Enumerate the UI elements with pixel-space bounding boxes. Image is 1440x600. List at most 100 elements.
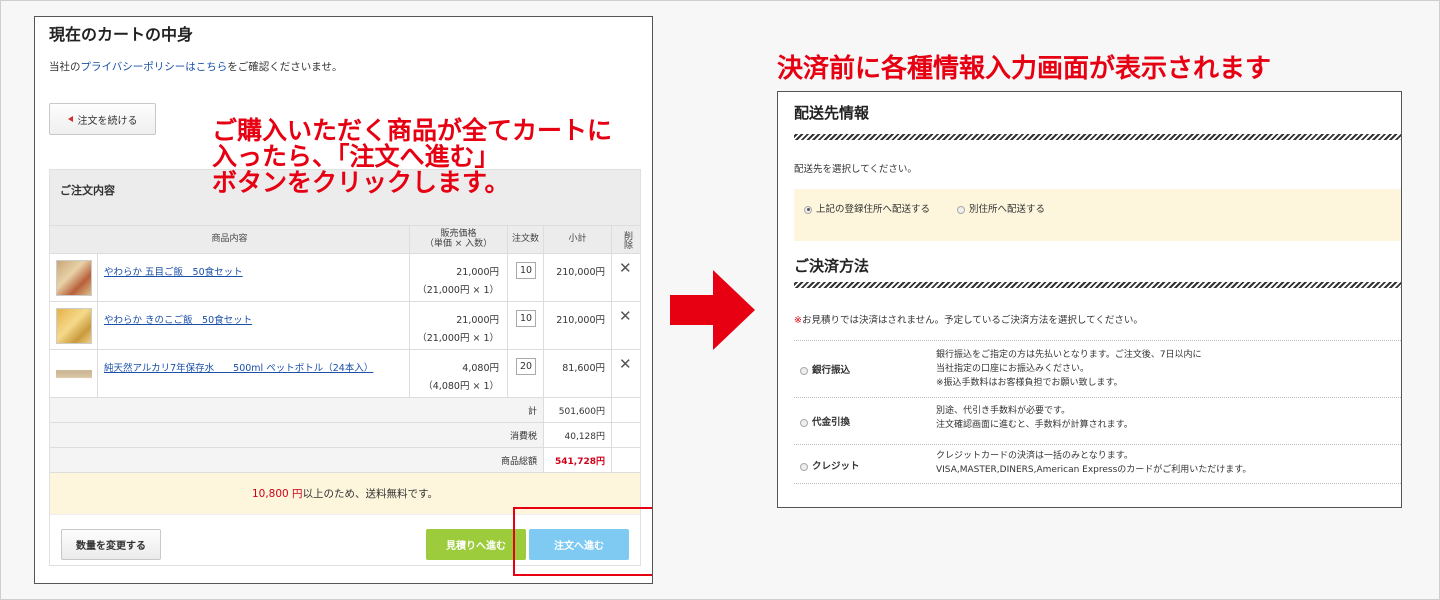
payment-note: ※お見積りでは決済はされません。予定しているご決済方法を選択してください。 [794,312,1143,326]
checkout-panel: 配送先情報 配送先を選択してください。 上記の登録住所へ配送する 別住所へ配送す… [777,91,1402,508]
unit-price: （4,080円 × 1） [423,381,499,392]
payment-desc-line: 別途、代引き手数料が必要です。 [936,406,1071,416]
address-option-registered[interactable]: 上記の登録住所へ配送する [804,201,930,215]
payment-desc-line: 当社指定の口座にお振込みください。 [936,364,1090,374]
price-cell: 21,000円 （21,000円 × 1） [417,312,499,348]
price-cell: 4,080円 （4,080円 × 1） [423,360,499,396]
triangle-left-icon [67,116,73,122]
payment-label: 銀行振込 [812,365,851,376]
payment-desc: 別途、代引き手数料が必要です。 注文確認画面に進むと、手数料が計算されます。 [936,404,1133,432]
subtotal: 210,000円 [556,315,605,326]
close-icon[interactable]: ✕ [619,355,632,373]
product-link[interactable]: 純天然アルカリ7年保存水 500ml ペットボトル（24本入） [104,360,373,374]
payment-desc-line: 銀行振込をご指定の方は先払いとなります。ご注文後、7日以内に [936,350,1202,360]
address-options: 上記の登録住所へ配送する 別住所へ配送する [794,189,1401,241]
privacy-prefix: 当社の [49,61,81,73]
price: 4,080円 [462,363,499,374]
address-option-other[interactable]: 別住所へ配送する [957,201,1045,215]
change-quantity-button[interactable]: 数量を変更する [61,529,161,560]
payment-desc-line: VISA,MASTER,DINERS,American Expressのカードが… [936,465,1252,475]
page-title: 現在のカートの中身 [49,25,194,44]
price-cell: 21,000円 （21,000円 × 1） [417,264,499,300]
summary-value: 40,128円 [544,423,612,447]
col-qty: 注文数 [508,226,544,253]
subtotal: 210,000円 [556,267,605,278]
privacy-suffix: をご確認くださいませ。 [227,61,343,73]
payment-label: クレジット [812,461,860,472]
mushroom-rice-thumbnail[interactable] [56,308,92,344]
summary-value: 501,600円 [544,398,612,422]
payment-option-bank[interactable]: 銀行振込 [800,362,850,376]
right-heading: 決済前に各種情報入力画面が表示されます [777,54,1272,84]
quote-button[interactable]: 見積りへ進む [426,529,526,560]
free-shipping-text: 以上のため、送料無料です。 [302,488,439,500]
section-divider [794,134,1401,140]
table-row: やわらか きのこご飯 50食セット 21,000円 （21,000円 × 1） 1… [50,302,640,350]
summary-value: 541,728円 [544,448,612,472]
payment-note-text: お見積りでは決済はされません。予定しているご決済方法を選択してください。 [801,315,1143,326]
unit-price: （21,000円 × 1） [417,285,499,296]
payment-desc-line: ※振込手数料はお客様負担でお願い致します。 [936,378,1123,388]
unit-price: （21,000円 × 1） [417,333,499,344]
payment-title: ご決済方法 [794,257,870,275]
close-icon[interactable]: ✕ [619,307,632,325]
quantity-input[interactable]: 10 [516,262,536,279]
water-bottle-thumbnail[interactable] [56,356,92,392]
product-link[interactable]: やわらか 五目ご飯 50食セット [104,264,243,278]
summary-row-grand-total: 商品総額 541,728円 [50,448,640,473]
cart-panel: 現在のカートの中身 当社のプライバシーポリシーはこちらをご確認くださいませ。 注… [34,16,653,584]
price: 21,000円 [456,315,499,326]
privacy-policy-link[interactable]: プライバシーポリシーはこちら [81,61,228,73]
payment-desc-line: 注文確認画面に進むと、手数料が計算されます。 [936,420,1133,430]
payment-method-bank: 銀行振込 銀行振込をご指定の方は先払いとなります。ご注文後、7日以内に 当社指定… [794,340,1401,394]
payment-desc: 銀行振込をご指定の方は先払いとなります。ご注文後、7日以内に 当社指定の口座にお… [936,348,1202,390]
payment-method-cod: 代金引換 別途、代引き手数料が必要です。 注文確認画面に進むと、手数料が計算され… [794,397,1401,444]
close-icon[interactable]: ✕ [619,259,632,277]
quantity-input[interactable]: 20 [516,358,536,375]
instruction-callout: ご購入いただく商品が全てカートに 入ったら、「注文へ進む」 ボタンをクリックしま… [212,118,692,196]
radio-icon[interactable] [800,462,808,471]
radio-icon[interactable] [800,366,808,375]
payment-option-cod[interactable]: 代金引換 [800,414,850,428]
col-delete: 削除 [621,230,632,249]
callout-line: ご購入いただく商品が全てカートに [212,116,613,145]
shipping-title: 配送先情報 [794,104,870,122]
summary-label: 消費税 [50,423,544,447]
callout-line: 入ったら、「注文へ進む」 [212,142,500,171]
payment-desc-line: クレジットカードの決済は一括のみとなります。 [936,451,1133,461]
payment-desc: クレジットカードの決済は一括のみとなります。 VISA,MASTER,DINER… [936,449,1251,477]
highlight-frame [513,507,652,576]
table-row: やわらか 五目ご飯 50食セット 21,000円 （21,000円 × 1） 10… [50,254,640,302]
section-divider [794,282,1401,288]
note-mark: ※ [794,315,802,326]
continue-shopping-label: 注文を続ける [77,115,138,127]
col-price: 販売価格 （単価 × 入数） [410,226,508,253]
subtotal: 81,600円 [562,363,605,374]
payment-label: 代金引換 [812,417,851,428]
payment-method-credit: クレジット クレジットカードの決済は一括のみとなります。 VISA,MASTER… [794,444,1401,484]
rice-product-thumbnail[interactable] [56,260,92,296]
arrow-right-icon [670,295,714,325]
callout-line: ボタンをクリックします。 [212,168,510,197]
col-product: 商品内容 [50,226,410,253]
radio-icon[interactable] [800,418,808,427]
quantity-input[interactable]: 10 [516,310,536,327]
summary-row-tax: 消費税 40,128円 [50,423,640,448]
shipping-prompt: 配送先を選択してください。 [794,164,917,175]
radio-icon[interactable] [957,205,965,214]
radio-icon[interactable] [804,205,812,214]
table-row: 純天然アルカリ7年保存水 500ml ペットボトル（24本入） 4,080円 （4… [50,350,640,398]
free-shipping-amount: 10,800 円 [251,488,303,500]
payment-option-credit[interactable]: クレジット [800,458,860,472]
arrow-head-icon [713,270,755,350]
table-header: 商品内容 販売価格 （単価 × 入数） 注文数 小計 削除 [50,226,640,254]
continue-shopping-button[interactable]: 注文を続ける [49,103,156,135]
summary-label: 計 [50,398,544,422]
col-subtotal: 小計 [544,226,612,253]
summary-row-total: 計 501,600円 [50,398,640,423]
product-link[interactable]: やわらか きのこご飯 50食セット [104,312,252,326]
summary-label: 商品総額 [50,448,544,472]
price: 21,000円 [456,267,499,278]
address-option-label: 上記の登録住所へ配送する [816,204,931,215]
address-option-label: 別住所へ配送する [969,204,1046,215]
